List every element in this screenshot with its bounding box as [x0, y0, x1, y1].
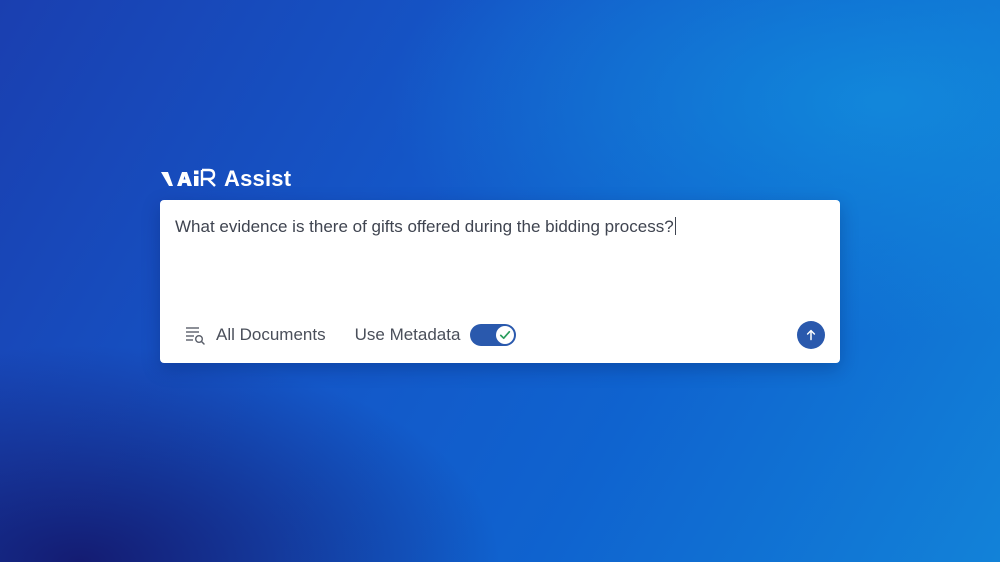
prompt-input[interactable]: What evidence is there of gifts offered …: [175, 216, 824, 238]
air-logo-icon: [161, 168, 216, 187]
text-caret: [674, 217, 676, 235]
prompt-toolbar: All Documents Use Metadata: [184, 320, 825, 350]
brand-name: Assist: [224, 166, 292, 191]
toggle-knob: [496, 326, 515, 344]
metadata-setting: Use Metadata: [355, 324, 517, 346]
prompt-card: What evidence is there of gifts offered …: [160, 200, 840, 363]
brand-header: Assist: [160, 164, 291, 194]
arrow-up-icon: [806, 329, 816, 341]
metadata-toggle[interactable]: [470, 324, 517, 346]
document-search-icon: [186, 327, 205, 345]
send-button[interactable]: [797, 321, 825, 349]
document-filter-label: All Documents: [216, 325, 326, 344]
check-icon: [500, 330, 511, 340]
document-filter-button[interactable]: All Documents: [184, 324, 326, 346]
prompt-text: What evidence is there of gifts offered …: [175, 217, 674, 236]
metadata-label: Use Metadata: [354, 325, 461, 344]
